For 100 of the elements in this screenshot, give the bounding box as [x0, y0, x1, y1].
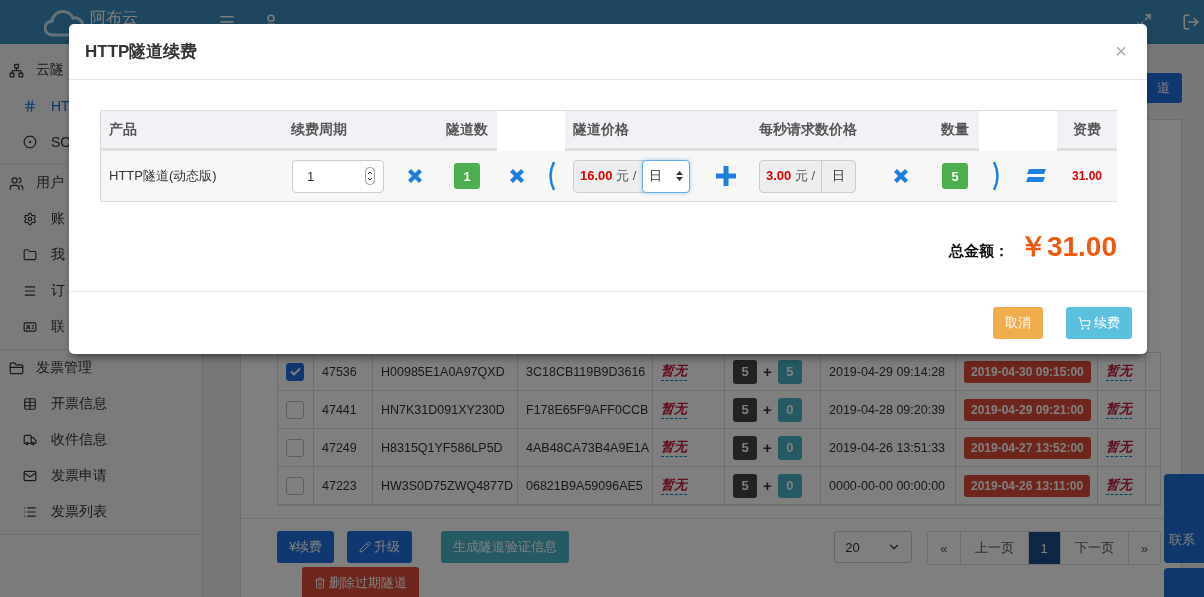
period-addon: 日: [821, 160, 856, 192]
count-badge: 0: [777, 473, 802, 498]
table-cell: 47249: [314, 429, 373, 466]
column-header: 续费周期: [291, 120, 347, 139]
id-card-icon: [23, 320, 37, 334]
page-size-select[interactable]: 20: [834, 531, 913, 563]
sidebar-section[interactable]: 用户: [36, 174, 64, 192]
table-cell: 0000-00-00 00:00:00: [821, 467, 956, 504]
editable-link[interactable]: 暂无: [661, 438, 687, 457]
equals-icon: [1026, 169, 1046, 183]
row-checkbox[interactable]: [286, 400, 304, 419]
expiry-tag: 2019-04-26 13:11:00: [964, 474, 1091, 497]
editable-link[interactable]: 暂无: [661, 362, 687, 381]
column-header: 资费: [1073, 120, 1101, 139]
sidebar-item[interactable]: 账: [51, 210, 65, 228]
spinner-arrows-icon[interactable]: [365, 167, 375, 185]
close-paren-icon: [992, 161, 1002, 191]
editable-link[interactable]: 暂无: [661, 400, 687, 419]
table-cell: 47441: [314, 391, 373, 428]
checkmark-icon: [289, 367, 301, 376]
select-arrows-icon[interactable]: [676, 170, 684, 182]
count-badge: 1: [454, 163, 480, 189]
count-badge: 5: [733, 397, 757, 422]
plus-sign: +: [763, 477, 772, 494]
truck-icon: [23, 433, 37, 447]
product-name: HTTP隧道(动态版): [101, 151, 283, 201]
editable-link[interactable]: 暂无: [1106, 438, 1132, 457]
table-icon: [23, 397, 37, 411]
column-header: 隧道价格: [573, 120, 629, 139]
row-checkbox[interactable]: [286, 476, 304, 495]
sidebar-section[interactable]: 云隧: [36, 61, 64, 79]
table-cell: 2019-04-28 09:20:39: [821, 391, 956, 428]
pencil-icon: [359, 541, 372, 553]
close-button[interactable]: ×: [1111, 40, 1131, 63]
sidebar-item[interactable]: 发票申请: [51, 467, 107, 485]
period-select[interactable]: 日: [642, 159, 691, 193]
editable-link[interactable]: 暂无: [1106, 400, 1132, 419]
column-header: 隧道数: [446, 120, 488, 139]
plus-sign: +: [763, 363, 772, 380]
total-label: 总金额：: [948, 242, 1009, 261]
plus-sign: +: [763, 439, 772, 456]
plus-sign: +: [763, 401, 772, 418]
action-button[interactable]: ¥续费: [277, 531, 335, 563]
dialog-title: HTTP隧道续费: [85, 41, 198, 63]
logout-icon[interactable]: [1182, 13, 1200, 31]
sidebar-item[interactable]: HT: [51, 98, 70, 114]
contact-widget[interactable]: 联系: [1164, 474, 1204, 563]
page-link[interactable]: 1: [1027, 532, 1060, 564]
count-badge: 5: [733, 435, 757, 460]
renew-button[interactable]: 续费: [1066, 307, 1132, 339]
hash-icon: [23, 99, 37, 113]
row-checkbox[interactable]: [286, 438, 304, 457]
folder-icon: [9, 360, 24, 376]
sidebar-item[interactable]: 发票列表: [51, 503, 107, 521]
table-cell: 4AB48CA73B4A9E1A: [518, 429, 653, 466]
mail-icon: [23, 469, 37, 483]
open-paren-icon: [546, 161, 556, 191]
count-badge: 5: [777, 359, 802, 384]
count-badge: 5: [733, 359, 757, 384]
column-header: 产品: [109, 120, 137, 139]
table-cell: F178E65F9AFF0CCB: [518, 391, 653, 428]
folder-icon: [23, 248, 37, 262]
target-icon: [23, 135, 37, 149]
plus-icon: [715, 165, 737, 187]
column-header: 数量: [941, 120, 969, 139]
sidebar-item[interactable]: 我: [51, 246, 65, 264]
price-text: 16.00 元 /: [579, 167, 638, 185]
list-icon: [23, 505, 37, 519]
page-link[interactable]: »: [1127, 532, 1160, 564]
cancel-button[interactable]: 取消: [993, 307, 1043, 339]
table-cell: 47223: [314, 467, 373, 504]
expiry-tag: 2019-04-29 09:21:00: [964, 398, 1091, 421]
trash-icon: [314, 577, 326, 589]
sidebar-item[interactable]: 联: [51, 318, 65, 336]
sidebar-item[interactable]: 开票信息: [51, 395, 107, 413]
action-button[interactable]: 删除过期隧道: [302, 567, 419, 597]
row-checkbox[interactable]: [286, 362, 304, 381]
action-button[interactable]: 生成隧道验证信息: [441, 531, 570, 563]
action-button[interactable]: 升级: [347, 531, 413, 563]
count-badge: 5: [733, 473, 757, 498]
price-text: 3.00 元 /: [765, 167, 817, 185]
logo-text: 阿布云: [90, 9, 138, 26]
users-icon: [9, 175, 24, 191]
gear-icon: [23, 212, 37, 226]
table-cell: H8315Q1YF586LP5D: [373, 429, 518, 466]
network-icon: [9, 62, 24, 78]
sidebar-section[interactable]: 发票管理: [36, 359, 92, 377]
fee-amount: 31.00: [1072, 169, 1102, 183]
sidebar-item[interactable]: 收件信息: [51, 431, 107, 449]
editable-link[interactable]: 暂无: [661, 476, 687, 495]
editable-link[interactable]: 暂无: [1106, 476, 1132, 495]
count-badge: 0: [777, 435, 802, 460]
add-tunnel-button[interactable]: 道: [1145, 73, 1182, 103]
table-cell: HW3S0D75ZWQ4877D: [373, 467, 518, 504]
count-badge: 0: [777, 397, 802, 422]
editable-link[interactable]: 暂无: [1106, 362, 1132, 381]
count-badge: 5: [942, 163, 968, 189]
sidebar-item[interactable]: 订: [51, 282, 65, 300]
table-cell: HN7K31D091XY230D: [373, 391, 518, 428]
period-input[interactable]: 1: [292, 159, 384, 193]
